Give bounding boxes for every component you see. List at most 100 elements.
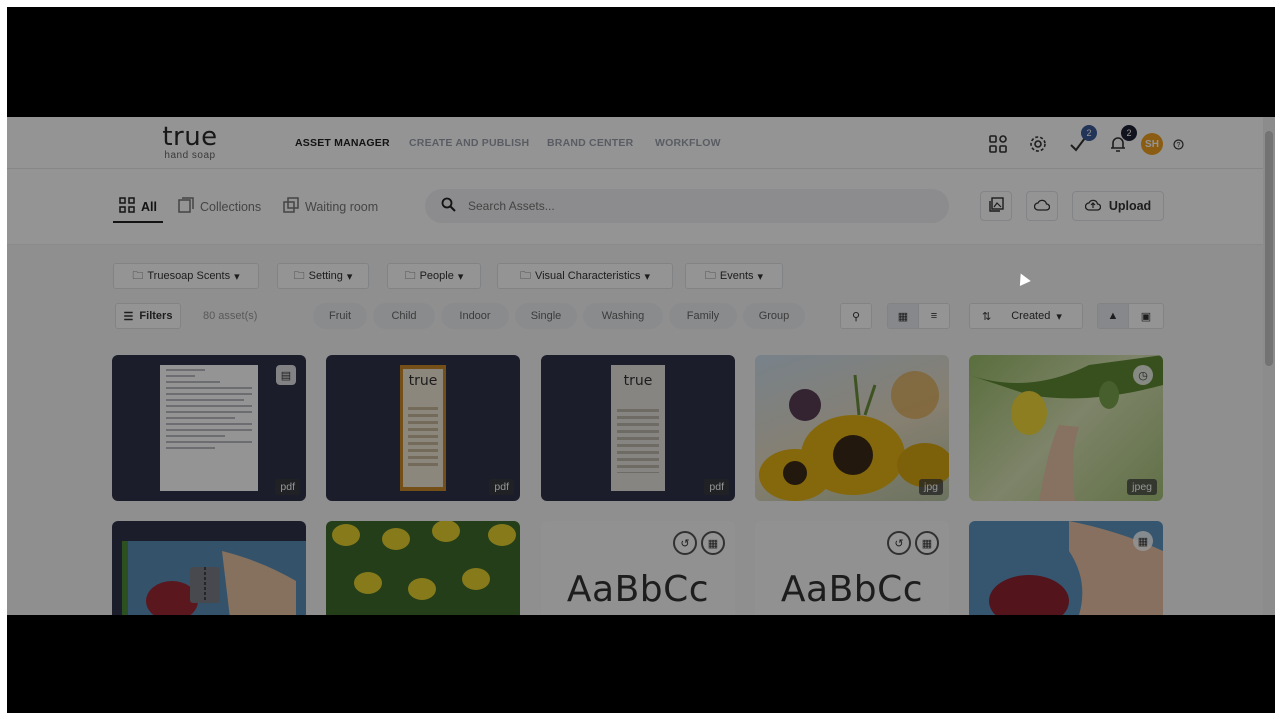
file-ext-badge: pdf: [704, 479, 729, 495]
filter-dropdown-truesoap-scents[interactable]: 🗀 Truesoap Scents ▾: [113, 263, 259, 289]
folder-icon: 🗀: [404, 269, 416, 282]
settings-gear-icon[interactable]: [1027, 133, 1049, 155]
asset-card[interactable]: ↺ ▦ AaBbCc: [755, 521, 949, 615]
brand-logo[interactable]: true hand soap: [155, 123, 225, 161]
logo-sub-text: hand soap: [164, 150, 216, 161]
grid-view-icon: ▦: [897, 310, 909, 323]
small-thumb-button[interactable]: ▣: [1128, 303, 1164, 329]
asset-card[interactable]: ↺ ▦ AaBbCc: [541, 521, 735, 615]
tag-chip-child[interactable]: Child: [373, 303, 435, 329]
tab-all[interactable]: All: [113, 197, 163, 223]
asset-card[interactable]: ◷ jpeg: [969, 355, 1163, 501]
file-ext-badge: pdf: [489, 479, 514, 495]
folder-icon: 🗀: [132, 269, 144, 282]
tag-chip-indoor[interactable]: Indoor: [441, 303, 509, 329]
letterbox-bottom: [7, 615, 1275, 713]
calendar-icon[interactable]: ▦: [701, 531, 725, 555]
asset-card[interactable]: [112, 521, 306, 615]
grid-view-button[interactable]: ▦: [887, 303, 919, 329]
nav-tab-brand-center[interactable]: BRAND CENTER: [547, 137, 633, 149]
filters-button[interactable]: ☰ Filters: [115, 303, 181, 329]
asset-card[interactable]: true pdf: [326, 355, 520, 501]
asset-count: 80 asset(s): [203, 310, 258, 322]
asset-card[interactable]: [326, 521, 520, 615]
list-view-icon: ≡: [930, 310, 938, 322]
calendar-icon[interactable]: ▦: [1133, 531, 1153, 551]
filter-dropdown-setting[interactable]: 🗀 Setting ▾: [277, 263, 369, 289]
asset-card[interactable]: true pdf: [541, 355, 735, 501]
font-sample: AaBbCc: [566, 569, 710, 610]
search-input[interactable]: [468, 199, 868, 213]
file-ext-badge: jpg: [918, 479, 943, 495]
image-stack-icon: [988, 197, 1004, 215]
scrollbar-thumb[interactable]: [1265, 131, 1273, 366]
sort-dropdown[interactable]: ⇅ Created ▾: [969, 303, 1083, 329]
file-ext-badge: pdf: [275, 479, 300, 495]
waiting-room-icon: [283, 197, 299, 216]
folder-icon: 🗀: [704, 269, 716, 282]
tab-collections[interactable]: Collections: [178, 197, 261, 216]
filter-dropdown-label: Truesoap Scents: [147, 270, 231, 282]
tag-chip-group[interactable]: Group: [743, 303, 805, 329]
apps-grid-icon[interactable]: [987, 133, 1009, 155]
caret-down-icon: ▾: [234, 270, 240, 283]
filter-lines-icon: ☰: [123, 310, 134, 323]
search-icon: [441, 197, 456, 215]
upload-label: Upload: [1108, 199, 1152, 213]
document-icon[interactable]: ▤: [276, 365, 296, 385]
schedule-icon[interactable]: ◷: [1133, 365, 1153, 385]
filter-dropdown-events[interactable]: 🗀 Events ▾: [685, 263, 783, 289]
asset-card[interactable]: ▤ pdf: [112, 355, 306, 501]
large-thumb-button[interactable]: ▲: [1097, 303, 1129, 329]
tab-collections-label: Collections: [200, 199, 262, 214]
thumbs-icon: ▣: [1140, 310, 1152, 323]
tab-waiting-room[interactable]: Waiting room: [283, 197, 378, 216]
mouse-cursor: [1015, 270, 1031, 287]
calendar-icon[interactable]: ▦: [915, 531, 939, 555]
list-view-button[interactable]: ≡: [918, 303, 950, 329]
user-avatar[interactable]: SH: [1141, 133, 1163, 155]
folder-icon: 🗀: [519, 269, 531, 282]
filter-dropdown-people[interactable]: 🗀 People ▾: [387, 263, 481, 289]
cloud-sync-button[interactable]: [1026, 191, 1058, 221]
tag-chip-family[interactable]: Family: [669, 303, 737, 329]
font-sample: AaBbCc: [780, 569, 924, 610]
nav-tab-create-and-publish[interactable]: CREATE AND PUBLISH: [409, 137, 529, 149]
asset-card[interactable]: ▦: [969, 521, 1163, 615]
file-ext-badge: jpeg: [1127, 479, 1157, 495]
upload-button[interactable]: Upload: [1072, 191, 1164, 221]
filters-label: Filters: [139, 310, 173, 322]
landscape-icon: ▲: [1107, 310, 1119, 322]
nav-tab-asset-manager[interactable]: ASSET MANAGER: [295, 137, 390, 149]
tag-chip-fruit[interactable]: Fruit: [313, 303, 367, 329]
tab-all-label: All: [141, 199, 157, 214]
nav-tab-workflow[interactable]: WORKFLOW: [655, 137, 721, 149]
tasks-badge: 2: [1081, 125, 1097, 141]
pin-view-button[interactable]: ⚲: [840, 303, 872, 329]
tasks-check-icon[interactable]: 2: [1067, 125, 1097, 155]
notifications-bell-icon[interactable]: 2: [1107, 125, 1137, 155]
asset-card[interactable]: jpg: [755, 355, 949, 501]
cloud-upload-icon: [1084, 198, 1101, 215]
logo-main-text: true: [162, 122, 218, 152]
tag-chip-washing[interactable]: Washing: [583, 303, 663, 329]
asset-toolbar: All Collections Waiting room Search Asse…: [7, 169, 1275, 245]
page-scrollbar[interactable]: [1263, 117, 1275, 615]
zip-pomegranate-thumbnail: [122, 541, 306, 615]
filter-dropdown-visual-characteristics[interactable]: 🗀 Visual Characteristics ▾: [497, 263, 673, 289]
image-editor-button[interactable]: [980, 191, 1012, 221]
cloud-sync-icon: [1033, 198, 1051, 215]
help-icon[interactable]: ?: [1167, 133, 1189, 155]
versions-icon[interactable]: ↺: [673, 531, 697, 555]
filter-dropdown-label: Visual Characteristics: [534, 270, 641, 282]
tag-scroll-fade: [291, 297, 311, 333]
lemons-on-green-photo: [332, 521, 516, 600]
filter-dropdown-label: Events: [719, 270, 754, 282]
versions-icon[interactable]: ↺: [887, 531, 911, 555]
search-bar[interactable]: [425, 189, 949, 223]
tag-chip-single[interactable]: Single: [515, 303, 577, 329]
top-navbar: true hand soap ASSET MANAGER CREATE AND …: [7, 117, 1275, 169]
letterbox-top: [7, 7, 1275, 117]
svg-text:?: ?: [1176, 142, 1180, 149]
notifications-badge: 2: [1121, 125, 1137, 141]
